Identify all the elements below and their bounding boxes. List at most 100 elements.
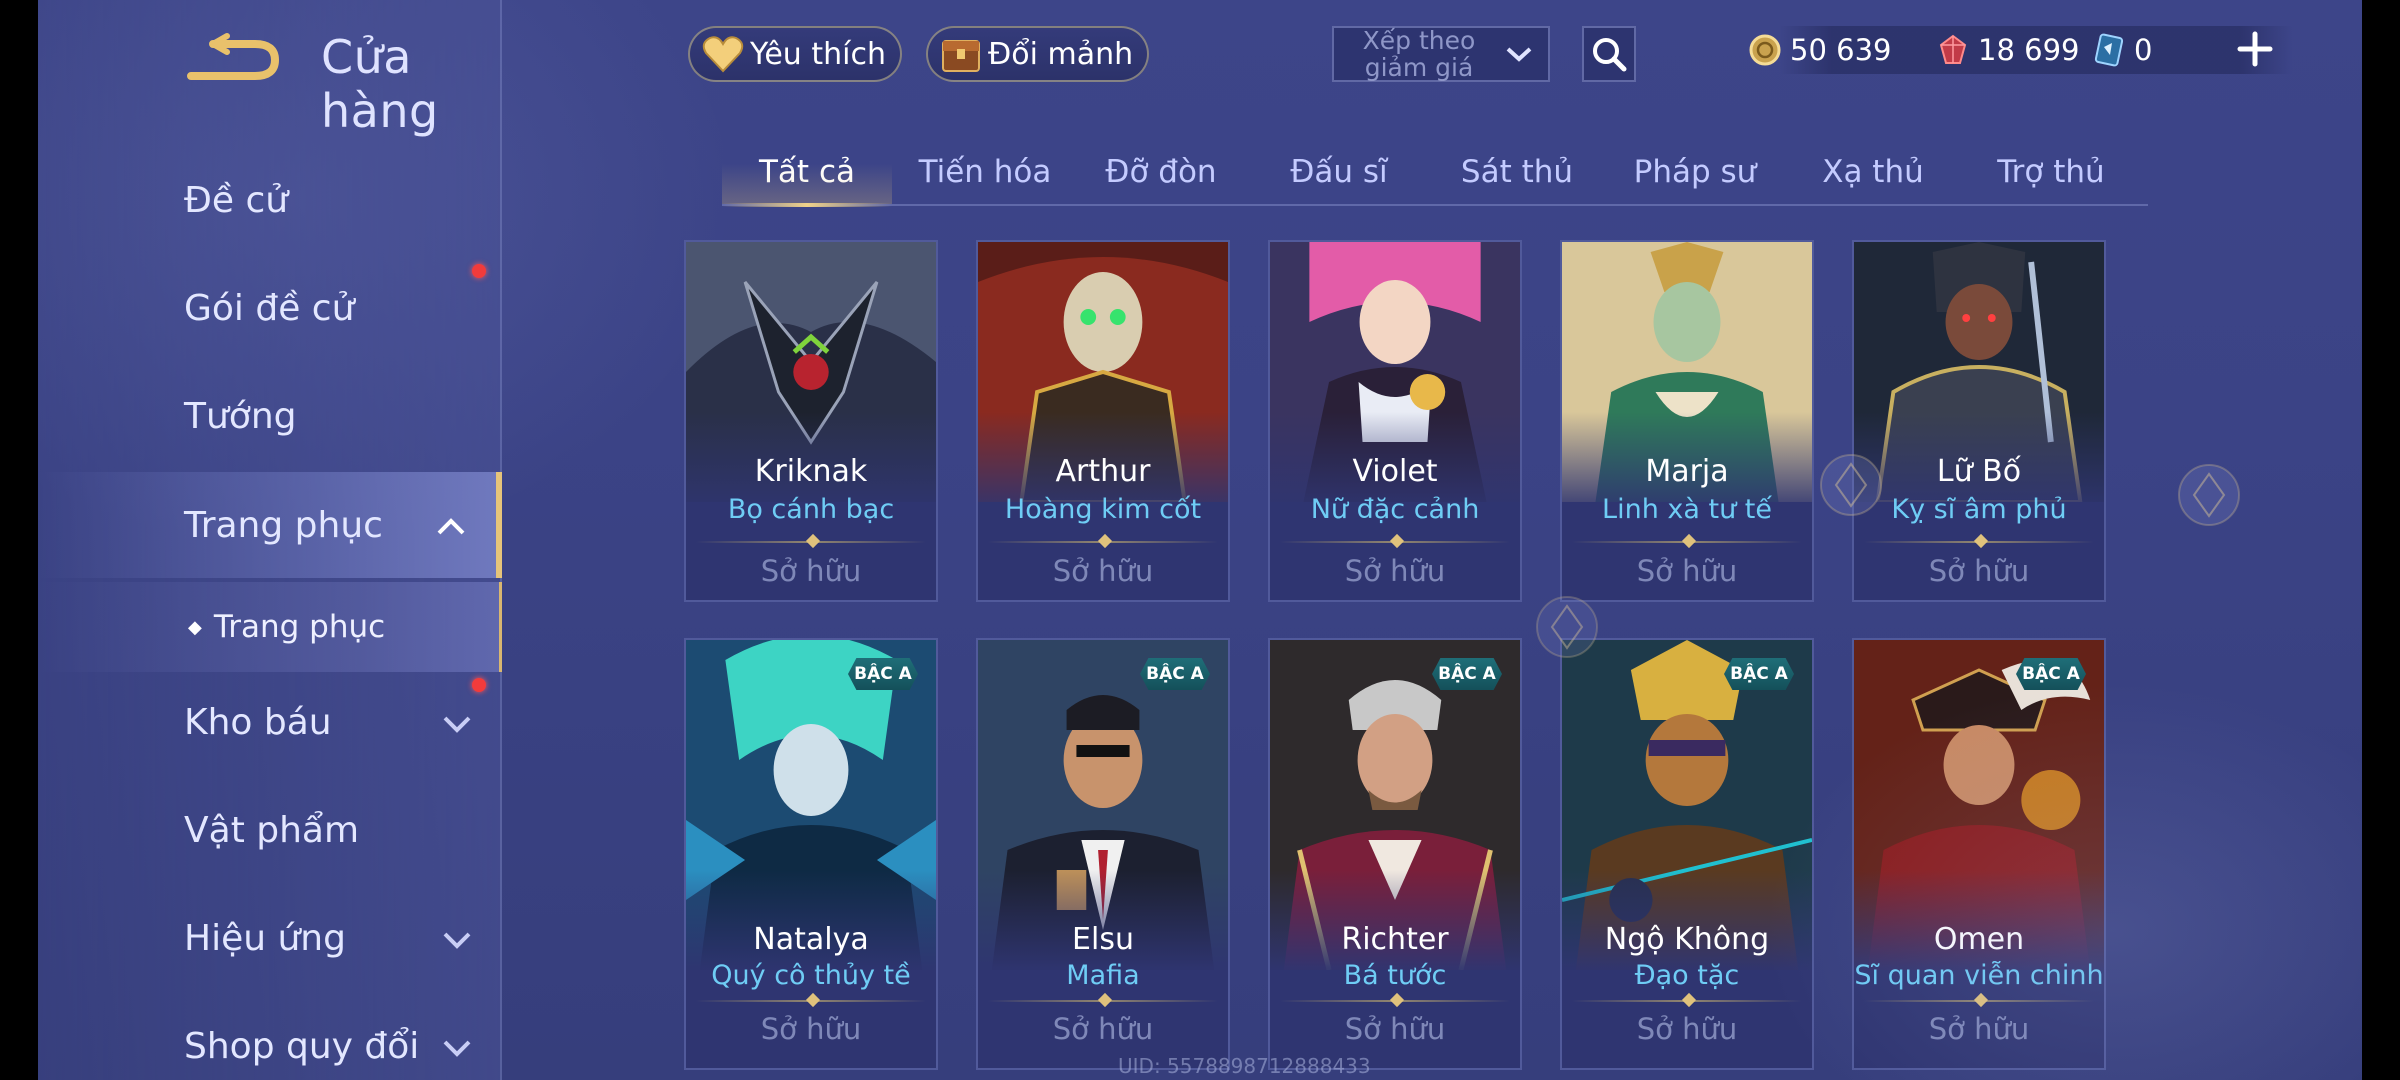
rank-a-badge: BẬC A [1432, 658, 1502, 690]
hero-name: Lữ Bố [1936, 454, 2022, 489]
skin-card[interactable]: Lữ Bố Kỵ sĩ âm phủ Sở hữu [1852, 240, 2106, 602]
exchange-shards-button[interactable]: Đổi mảnh [926, 26, 1150, 82]
chest-icon [942, 40, 980, 72]
owned-status: Sở hữu [1344, 554, 1446, 588]
tab-mage[interactable]: Pháp sư [1612, 140, 1778, 204]
skin-card[interactable]: BẬC A Richter Bá tước Sở hữu [1268, 638, 1522, 1070]
favorites-button[interactable]: Yêu thích [688, 26, 902, 82]
tab-fighter[interactable]: Đấu sĩ [1256, 140, 1422, 204]
add-currency-button[interactable] [2234, 28, 2276, 70]
rank-a-badge: BẬC A [1140, 658, 1210, 690]
tab-all[interactable]: Tất cả [722, 140, 892, 207]
exchange-label: Đổi mảnh [988, 36, 1134, 72]
skin-card[interactable]: BẬC A Omen Sĩ quan viễn chinh Sở hữu [1852, 638, 2106, 1070]
chevron-down-icon [443, 716, 471, 733]
owned-status: Sở hữu [1636, 554, 1738, 588]
hero-name: Omen [1933, 922, 2025, 957]
skin-name: Nữ đặc cảnh [1310, 494, 1480, 525]
sort-label: Xếp theo giảm giá [1362, 26, 1476, 82]
red-gem-icon [1939, 34, 1967, 64]
sidebar-item-effects[interactable]: Hiệu ứng [38, 888, 502, 988]
skin-name: Quý cô thủy tề [711, 960, 911, 991]
skin-name: Mafia [1066, 960, 1140, 991]
skin-name: Linh xà tư tế [1602, 494, 1772, 525]
hero-name: Natalya [753, 922, 869, 957]
rank-a-badge: BẬC A [848, 658, 918, 690]
skin-card[interactable]: Violet Nữ đặc cảnh Sở hữu [1268, 240, 1522, 602]
sidebar-item-bundles[interactable]: Gói đề cử [38, 258, 502, 358]
chevron-up-icon [437, 518, 465, 535]
sidebar-item-label: Đề cử [184, 179, 289, 221]
notification-dot [472, 264, 486, 278]
owned-status: Sở hữu [1636, 1012, 1738, 1046]
submenu-item-skins[interactable]: ◆ Trang phục [38, 582, 502, 672]
voucher-amount: 18 699 [1978, 33, 2080, 67]
user-id: UID: 5578898712888433 [1118, 1054, 1371, 1078]
submenu-item-label: Trang phục [213, 609, 386, 645]
skin-artwork [1854, 640, 2104, 970]
sidebar-item-heroes[interactable]: Tướng [38, 366, 502, 466]
hero-name: Violet [1352, 454, 1438, 489]
diamond-ornament [1973, 992, 1989, 1008]
chevron-down-icon [443, 932, 471, 949]
hero-name: Marja [1645, 454, 1729, 489]
favorites-label: Yêu thích [750, 36, 886, 72]
sidebar-item-skins[interactable]: Trang phục [38, 472, 502, 578]
owned-status: Sở hữu [1052, 1012, 1154, 1046]
sidebar-item-items[interactable]: Vật phẩm [38, 780, 502, 880]
tab-assassin[interactable]: Sát thủ [1434, 140, 1600, 204]
skin-card[interactable]: BẬC A Natalya Quý cô thủy tề Sở hữu [684, 638, 938, 1070]
skin-card[interactable]: BẬC A Elsu Mafia Sở hữu [976, 638, 1230, 1070]
rank-a-badge: BẬC A [1724, 658, 1794, 690]
chevron-down-icon [1506, 47, 1532, 62]
shop-screen: Cửa hàng Đề cử Gói đề cử Tướng Trang phụ… [38, 0, 2362, 1080]
skin-card[interactable]: BẬC A Ngộ Không Đạo tặc Sở hữu [1560, 638, 1814, 1070]
skin-name: Đạo tặc [1634, 960, 1740, 991]
diamond-orb-icon [1536, 596, 1598, 658]
skin-name: Bọ cánh bạc [727, 494, 895, 525]
sidebar-item-label: Kho báu [184, 701, 332, 743]
back-button[interactable] [183, 32, 283, 88]
sidebar-item-label: Vật phẩm [184, 809, 360, 851]
tab-evolution[interactable]: Tiến hóa [902, 140, 1068, 204]
owned-status: Sở hữu [1052, 554, 1154, 588]
owned-status: Sở hữu [760, 1012, 862, 1046]
chevron-down-icon [443, 1040, 471, 1057]
owned-status: Sở hữu [1928, 1012, 2030, 1046]
sidebar-item-treasure[interactable]: Kho báu [38, 672, 502, 772]
hero-name: Arthur [1055, 454, 1151, 489]
sidebar-item-exchange-shop[interactable]: Shop quy đổi [38, 996, 502, 1080]
sidebar-item-label: Shop quy đổi [184, 1025, 420, 1067]
sidebar-item-recommended[interactable]: Đề cử [38, 150, 502, 250]
tab-support[interactable]: Trợ thủ [1968, 140, 2134, 204]
category-tabs: Tất cả Tiến hóa Đỡ đòn Đấu sĩ Sát thủ Ph… [722, 140, 2148, 207]
skin-card[interactable]: Arthur Hoàng kim cốt Sở hữu [976, 240, 1230, 602]
gold-coin-icon [1749, 34, 1781, 66]
owned-status: Sở hữu [1928, 554, 2030, 588]
sidebar-item-label: Tướng [184, 395, 297, 437]
sort-dropdown[interactable]: Xếp theo giảm giá [1332, 26, 1550, 82]
skin-card[interactable]: Kriknak Bọ cánh bạc Sở hữu [684, 240, 938, 602]
search-button[interactable] [1582, 26, 1636, 82]
gold-amount: 50 639 [1790, 33, 1892, 67]
voucher-balance: 18 699 [1936, 26, 2079, 74]
ticket-amount: 0 [2134, 33, 2153, 67]
tab-marksman[interactable]: Xạ thủ [1790, 140, 1956, 204]
skin-name: Sĩ quan viễn chinh [1854, 960, 2104, 991]
hero-name: Kriknak [754, 454, 868, 489]
gold-balance: 50 639 [1748, 26, 1891, 74]
skin-card[interactable]: Marja Linh xà tư tế Sở hữu [1560, 240, 1814, 602]
diamond-orb-icon [1820, 454, 1882, 516]
ticket-card-icon [2094, 33, 2124, 67]
tab-tank[interactable]: Đỡ đòn [1078, 140, 1244, 204]
heart-icon [702, 36, 744, 73]
sidebar-item-label: Hiệu ứng [184, 917, 346, 959]
notification-dot [472, 678, 486, 692]
rank-a-badge: BẬC A [2016, 658, 2086, 690]
scroll-right-button[interactable] [2176, 462, 2242, 528]
sidebar-item-label: Trang phục [184, 504, 383, 546]
hero-name: Richter [1341, 922, 1449, 957]
bullet-icon: ◆ [188, 616, 202, 638]
divider [1864, 1000, 2094, 1002]
card-shade [1854, 870, 2104, 1010]
